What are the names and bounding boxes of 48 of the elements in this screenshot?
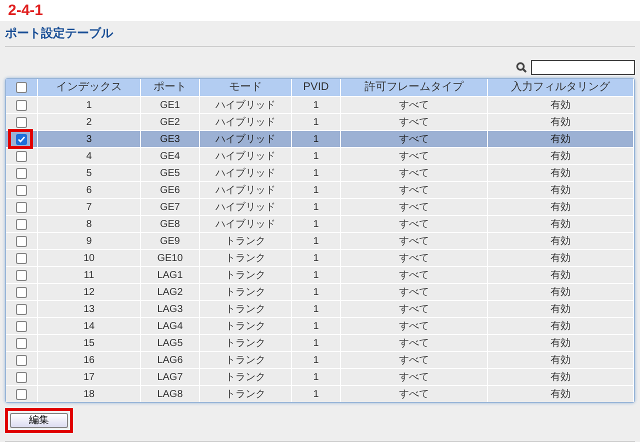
checkbox[interactable] <box>16 338 27 348</box>
checkbox[interactable] <box>16 150 27 162</box>
table-row[interactable]: 13 LAG3 トランク 1 すべて 有効 <box>6 300 634 317</box>
checkbox[interactable] <box>16 354 27 366</box>
checkbox[interactable] <box>16 270 27 280</box>
page-title: ポート設定テーブル <box>5 21 635 47</box>
table-row[interactable]: 8 GE8 ハイブリッド 1 すべて 有効 <box>6 215 634 232</box>
checkbox[interactable] <box>16 304 27 314</box>
table-row[interactable]: 12 LAG2 トランク 1 すべて 有効 <box>6 283 634 300</box>
checkbox[interactable] <box>16 252 27 264</box>
checkbox[interactable] <box>16 286 27 298</box>
table-cell: LAG8 <box>141 386 200 402</box>
checkbox[interactable] <box>16 82 27 93</box>
checkbox[interactable] <box>16 388 27 400</box>
checkbox[interactable] <box>16 168 27 178</box>
table-row[interactable]: 15 LAG5 トランク 1 すべて 有効 <box>6 334 634 351</box>
table-row[interactable]: 5 GE5 ハイブリッド 1 すべて 有効 <box>6 164 634 181</box>
table-row[interactable]: 18 LAG8 トランク 1 すべて 有効 <box>6 385 634 402</box>
checkbox[interactable] <box>16 100 27 110</box>
search-field[interactable] <box>531 60 635 75</box>
table-cell: 有効 <box>488 386 634 402</box>
table-cell: 18 <box>38 386 141 402</box>
table-cell: トランク <box>200 386 292 402</box>
table-row[interactable]: 9 GE9 トランク 1 すべて 有効 <box>6 232 634 249</box>
table-row[interactable]: 11 LAG1 トランク 1 すべて 有効 <box>6 266 634 283</box>
checkbox[interactable] <box>16 202 27 212</box>
checkbox[interactable] <box>16 372 27 382</box>
edit-button[interactable]: 編集 <box>10 413 68 428</box>
checkbox[interactable] <box>16 184 27 196</box>
search-icon <box>516 62 527 73</box>
checkbox[interactable] <box>16 320 27 332</box>
table-row[interactable]: 17 LAG7 トランク 1 すべて 有効 <box>6 368 634 385</box>
table-cell: すべて <box>341 386 488 402</box>
table-row[interactable]: 6 GE6 ハイブリッド 1 すべて 有効 <box>6 181 634 198</box>
table-row[interactable]: 2 GE2 ハイブリッド 1 すべて 有効 <box>6 113 634 130</box>
table-row[interactable]: 16 LAG6 トランク 1 すべて 有効 <box>6 351 634 368</box>
checkbox[interactable] <box>16 116 27 128</box>
table-row[interactable]: 10 GE10 トランク 1 すべて 有効 <box>6 249 634 266</box>
table-row[interactable]: 1 GE1 ハイブリッド 1 すべて 有効 <box>6 96 634 113</box>
table-cell: 1 <box>292 386 341 402</box>
checkbox[interactable] <box>16 218 27 230</box>
checkbox[interactable] <box>16 236 27 246</box>
table-row[interactable]: 4 GE4 ハイブリッド 1 すべて 有効 <box>6 147 634 164</box>
table-row[interactable]: 7 GE7 ハイブリッド 1 すべて 有効 <box>6 198 634 215</box>
table-row[interactable]: 3 GE3 ハイブリッド 1 すべて 有効 <box>6 130 634 147</box>
checkbox[interactable] <box>16 134 27 144</box>
table-row[interactable]: 14 LAG4 トランク 1 すべて 有効 <box>6 317 634 334</box>
step-label: 2-4-1 <box>7 1 44 21</box>
